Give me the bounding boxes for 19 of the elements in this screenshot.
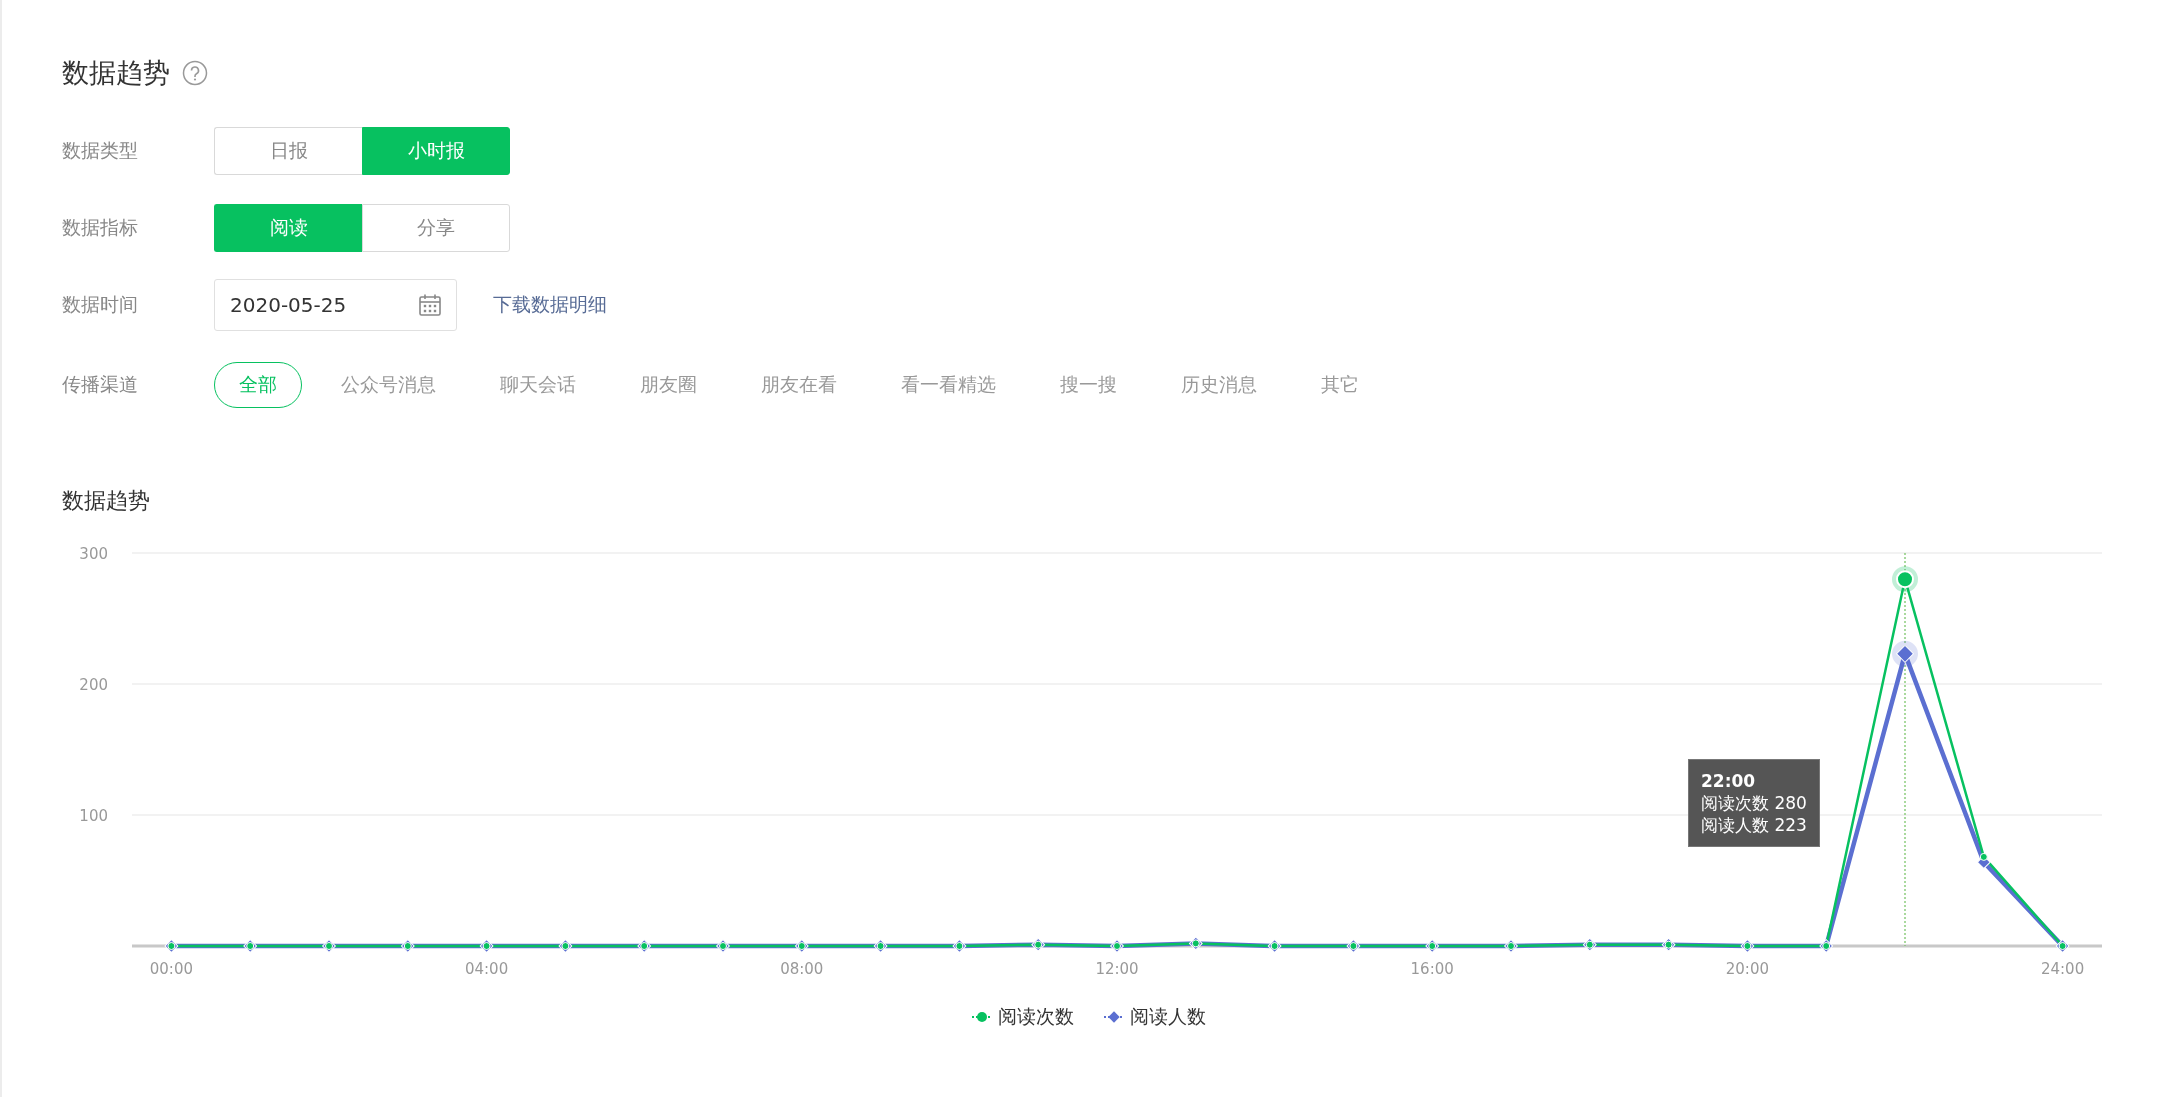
x-axis-label: 04:00: [465, 960, 509, 978]
y-axis-label: 300: [79, 545, 108, 563]
x-axis-label: 20:00: [1725, 960, 1769, 978]
x-axis-label: 24:00: [2041, 960, 2085, 978]
y-axis-label: 200: [79, 676, 108, 694]
y-axis-label: 100: [79, 807, 108, 825]
tooltip-value: 阅读人数 223: [1701, 814, 1807, 837]
page-title: 数据趋势: [62, 56, 170, 90]
x-axis-label: 00:00: [149, 960, 193, 978]
x-axis-label: 08:00: [780, 960, 824, 978]
filter-label: 传播渠道: [62, 372, 139, 397]
x-axis-label: 16:00: [1410, 960, 1454, 978]
filter-label: 数据类型: [62, 138, 139, 163]
filter-label: 数据指标: [62, 215, 139, 240]
tooltip-title: 22:00: [1701, 770, 1757, 793]
tooltip-value: 阅读次数 280: [1701, 792, 1807, 815]
x-axis-label: 12:00: [1095, 960, 1139, 978]
chart-title: 数据趋势: [62, 487, 151, 515]
filter-label: 数据时间: [62, 292, 139, 317]
